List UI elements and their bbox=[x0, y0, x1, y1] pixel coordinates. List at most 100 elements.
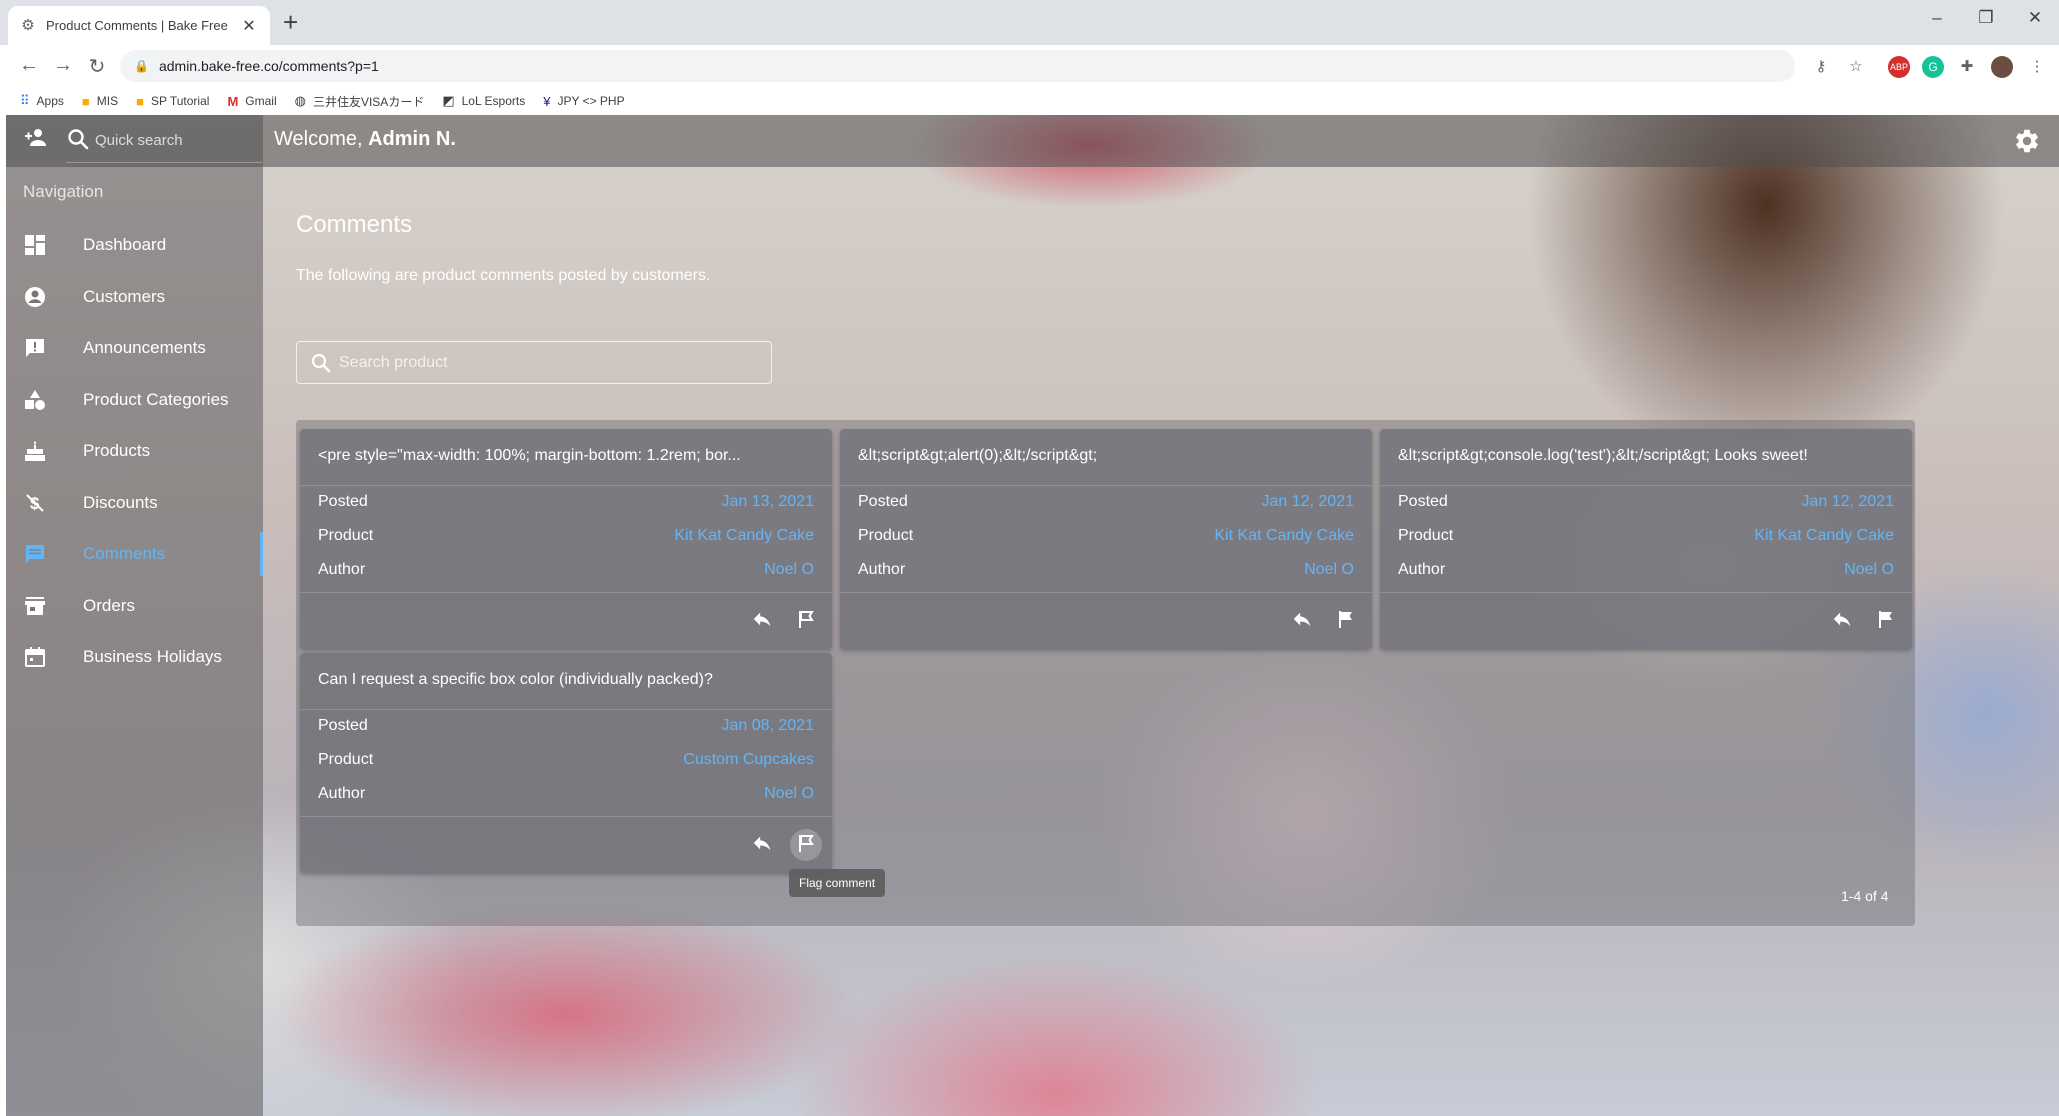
extensions-icon[interactable]: ✚ bbox=[1956, 56, 1978, 78]
product-label: Product bbox=[318, 751, 374, 768]
sidebar-item-label: Products bbox=[83, 441, 151, 460]
key-icon[interactable]: ⚷ bbox=[1810, 56, 1832, 78]
bookmark-jpy-php[interactable]: ¥ JPY <> PHP bbox=[543, 94, 624, 109]
author-link[interactable]: Noel O bbox=[764, 561, 814, 579]
reply-button[interactable] bbox=[746, 829, 778, 861]
adblock-icon[interactable]: ABP bbox=[1888, 56, 1910, 78]
sidebar-item-dashboard[interactable]: Dashboard bbox=[6, 223, 263, 267]
sidebar-item-discounts[interactable]: $ Discounts bbox=[6, 481, 263, 525]
reply-icon bbox=[751, 832, 773, 859]
address-bar[interactable]: 🔒 admin.bake-free.co/comments?p=1 bbox=[120, 50, 1795, 82]
page-title: Comments bbox=[296, 211, 413, 238]
product-link[interactable]: Kit Kat Candy Cake bbox=[674, 527, 814, 545]
url-text: admin.bake-free.co/comments?p=1 bbox=[158, 58, 379, 74]
sidebar-item-products[interactable]: Products bbox=[6, 429, 263, 473]
sidebar-item-comments[interactable]: Comments bbox=[6, 532, 263, 576]
avatar[interactable] bbox=[1991, 56, 2013, 78]
reply-button[interactable] bbox=[1826, 605, 1858, 637]
sidebar-item-label: Announcements bbox=[83, 338, 206, 357]
product-link[interactable]: Custom Cupcakes bbox=[683, 751, 814, 769]
admin-app: Quick search Welcome, Admin N. Navigatio… bbox=[6, 115, 2059, 1116]
folder-icon: ■ bbox=[136, 93, 144, 109]
flag-filled-icon bbox=[1876, 609, 1896, 634]
calendar-icon bbox=[23, 645, 47, 669]
posted-date: Jan 12, 2021 bbox=[1261, 493, 1354, 510]
product-link[interactable]: Kit Kat Candy Cake bbox=[1754, 527, 1894, 545]
back-icon[interactable]: ← bbox=[16, 54, 42, 77]
card-divider bbox=[840, 592, 1372, 593]
tab-bar: ⚙ Product Comments | Bake Free A ✕ + – ❐… bbox=[0, 0, 2059, 45]
menu-kebab-icon[interactable]: ⋮ bbox=[2026, 56, 2048, 78]
reply-button[interactable] bbox=[746, 605, 778, 637]
posted-label: Posted bbox=[318, 717, 368, 734]
apps-grid-icon: ⠿ bbox=[20, 93, 30, 108]
card-divider bbox=[300, 592, 832, 593]
quick-search[interactable]: Quick search bbox=[6, 115, 263, 167]
star-icon[interactable]: ☆ bbox=[1845, 56, 1867, 78]
forward-icon[interactable]: → bbox=[50, 54, 76, 77]
currency-icon: ¥ bbox=[543, 93, 551, 109]
admin-name: Admin N. bbox=[368, 128, 456, 150]
money-off-icon: $ bbox=[23, 491, 47, 515]
comment-icon bbox=[23, 542, 47, 566]
author-label: Author bbox=[1398, 561, 1446, 578]
close-tab-icon[interactable]: ✕ bbox=[240, 16, 258, 36]
sidebar-item-product-categories[interactable]: Product Categories bbox=[6, 378, 263, 422]
flag-button[interactable] bbox=[790, 605, 822, 637]
add-user-icon[interactable] bbox=[24, 127, 48, 155]
author-link[interactable]: Noel O bbox=[1844, 561, 1894, 579]
author-link[interactable]: Noel O bbox=[764, 785, 814, 803]
comments-panel: <pre style="max-width: 100%; margin-bott… bbox=[296, 420, 1915, 926]
author-label: Author bbox=[858, 561, 906, 578]
reload-icon[interactable]: ↻ bbox=[84, 54, 110, 79]
search-icon bbox=[66, 126, 90, 152]
close-window-icon[interactable]: ✕ bbox=[2015, 8, 2055, 28]
card-divider bbox=[1380, 485, 1912, 486]
comment-text: &lt;script&gt;alert(0);&lt;/script&gt; bbox=[858, 447, 1098, 464]
unflag-button[interactable] bbox=[1330, 605, 1362, 637]
bookmark-lol-esports[interactable]: ◩ LoL Esports bbox=[442, 93, 525, 109]
restore-icon[interactable]: ❐ bbox=[1966, 8, 2006, 28]
card-divider bbox=[1380, 592, 1912, 593]
sidebar-item-customers[interactable]: Customers bbox=[6, 275, 263, 319]
browser-tab[interactable]: ⚙ Product Comments | Bake Free A ✕ bbox=[8, 6, 270, 45]
bookmark-apps[interactable]: ⠿ Apps bbox=[20, 93, 64, 109]
bookmark-mis[interactable]: ■ MIS bbox=[82, 94, 118, 109]
sidebar-item-business-holidays[interactable]: Business Holidays bbox=[6, 635, 263, 679]
comment-text: &lt;script&gt;console.log('test');&lt;/s… bbox=[1398, 447, 1808, 464]
reply-button[interactable] bbox=[1286, 605, 1318, 637]
reply-icon bbox=[1291, 608, 1313, 635]
flag-outline-icon bbox=[796, 833, 816, 858]
author-label: Author bbox=[318, 785, 366, 802]
bookmark-sp-tutorial[interactable]: ■ SP Tutorial bbox=[136, 94, 209, 109]
search-icon bbox=[310, 352, 332, 374]
quick-search-placeholder: Quick search bbox=[95, 132, 183, 149]
new-tab-button[interactable]: + bbox=[283, 8, 298, 36]
author-link[interactable]: Noel O bbox=[1304, 561, 1354, 579]
flag-button[interactable] bbox=[790, 829, 822, 861]
reply-icon bbox=[751, 608, 773, 635]
gear-favicon-icon: ⚙ bbox=[21, 16, 35, 34]
product-label: Product bbox=[858, 527, 914, 544]
sidebar-item-label: Dashboard bbox=[83, 235, 167, 254]
gear-icon[interactable] bbox=[2013, 127, 2041, 155]
sidebar-item-orders[interactable]: Orders bbox=[6, 584, 263, 628]
search-input[interactable] bbox=[339, 346, 759, 380]
quick-search-underline bbox=[66, 162, 262, 163]
card-divider bbox=[300, 709, 832, 710]
product-link[interactable]: Kit Kat Candy Cake bbox=[1214, 527, 1354, 545]
product-search[interactable] bbox=[296, 341, 772, 384]
unflag-button[interactable] bbox=[1870, 605, 1902, 637]
minimize-icon[interactable]: – bbox=[1917, 8, 1957, 28]
grammarly-icon[interactable]: G bbox=[1922, 56, 1944, 78]
sidebar-item-announcements[interactable]: Announcements bbox=[6, 326, 263, 370]
product-label: Product bbox=[1398, 527, 1454, 544]
sidebar-item-label: Comments bbox=[83, 544, 166, 563]
bookmarks-bar: ⠿ Apps ■ MIS ■ SP Tutorial M Gmail ◍ 三井住友VISA… bbox=[0, 87, 2059, 115]
page-subtitle: The following are product comments poste… bbox=[296, 267, 711, 284]
posted-label: Posted bbox=[1398, 493, 1448, 510]
bookmark-visa[interactable]: ◍ 三井住友VISAカード bbox=[295, 93, 425, 110]
bookmark-gmail[interactable]: M Gmail bbox=[227, 94, 276, 109]
folder-icon: ■ bbox=[81, 93, 90, 109]
flag-filled-icon bbox=[1336, 609, 1356, 634]
